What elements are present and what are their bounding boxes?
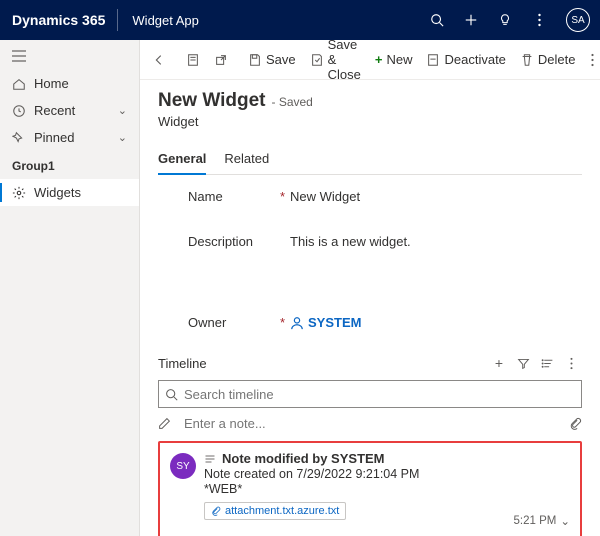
description-label: Description: [188, 234, 280, 249]
chevron-down-icon: ⌄: [118, 104, 127, 117]
pencil-icon: [158, 417, 176, 430]
save-icon: [248, 53, 262, 67]
deactivate-button[interactable]: Deactivate: [420, 45, 511, 75]
user-avatar[interactable]: SA: [566, 8, 590, 32]
sidebar-item-label: Pinned: [34, 130, 74, 145]
search-icon: [165, 388, 178, 401]
sidebar-group-label: Group1: [0, 151, 139, 179]
sort-icon[interactable]: [536, 352, 558, 374]
more-icon[interactable]: [560, 352, 582, 374]
required-indicator: *: [280, 315, 290, 330]
save-close-label: Save & Close: [328, 40, 361, 82]
search-icon[interactable]: [420, 0, 454, 40]
app-name-label: Widget App: [118, 13, 213, 28]
sidebar-item-label: Widgets: [34, 185, 81, 200]
filter-icon[interactable]: [512, 352, 534, 374]
page-title: New Widget: [158, 90, 266, 112]
form-icon[interactable]: [180, 45, 206, 75]
attachment-name: attachment.txt.azure.txt: [225, 505, 339, 517]
save-close-button[interactable]: Save & Close: [304, 45, 367, 75]
deactivate-label: Deactivate: [444, 52, 505, 67]
tab-general[interactable]: General: [158, 145, 206, 174]
search-timeline-input[interactable]: [184, 387, 575, 402]
clock-icon: [12, 104, 26, 118]
gear-icon: [12, 186, 26, 200]
note-tag: *WEB*: [204, 482, 570, 496]
attachment-icon: [211, 505, 221, 517]
description-value[interactable]: This is a new widget.: [290, 234, 411, 249]
home-icon: [12, 77, 26, 91]
sidebar-item-label: Recent: [34, 103, 75, 118]
save-status: - Saved: [272, 95, 313, 109]
timeline-title: Timeline: [158, 356, 207, 371]
owner-label: Owner: [188, 315, 280, 330]
person-icon: [290, 316, 304, 330]
attachment-icon[interactable]: [569, 416, 582, 431]
sidebar-item-home[interactable]: Home: [0, 70, 139, 97]
note-created: Note created on 7/29/2022 9:21:04 PM: [204, 467, 570, 481]
owner-text: SYSTEM: [308, 315, 361, 330]
lightbulb-icon[interactable]: [488, 0, 522, 40]
save-button[interactable]: Save: [242, 45, 302, 75]
sidebar-item-recent[interactable]: Recent ⌄: [0, 97, 139, 124]
sidebar-item-widgets[interactable]: Widgets: [0, 179, 139, 206]
required-indicator: *: [280, 189, 290, 204]
name-value[interactable]: New Widget: [290, 189, 360, 204]
sidebar-item-pinned[interactable]: Pinned ⌄: [0, 124, 139, 151]
overflow-icon[interactable]: [585, 45, 600, 75]
search-timeline-box[interactable]: [158, 380, 582, 408]
back-button[interactable]: [146, 45, 172, 75]
deactivate-icon: [426, 53, 440, 67]
trash-icon: [520, 53, 534, 67]
save-label: Save: [266, 52, 296, 67]
sidebar-item-label: Home: [34, 76, 69, 91]
plus-icon: +: [375, 52, 383, 67]
delete-button[interactable]: Delete: [514, 45, 582, 75]
note-input[interactable]: [184, 416, 561, 431]
add-icon[interactable]: [454, 0, 488, 40]
chevron-down-icon[interactable]: ⌄: [560, 514, 570, 528]
tab-related[interactable]: Related: [224, 145, 269, 174]
new-button[interactable]: + New: [369, 45, 419, 75]
delete-label: Delete: [538, 52, 576, 67]
note-type-icon: [204, 453, 216, 465]
note-avatar: SY: [170, 453, 196, 479]
owner-value[interactable]: SYSTEM: [290, 315, 361, 330]
more-icon[interactable]: [522, 0, 556, 40]
pin-icon: [12, 131, 26, 145]
brand-label: Dynamics 365: [0, 12, 117, 28]
note-card[interactable]: SY Note modified by SYSTEM Note created …: [158, 441, 582, 536]
entity-label: Widget: [158, 114, 582, 129]
note-time: 5:21 PM: [514, 515, 557, 527]
new-label: New: [386, 52, 412, 67]
hamburger-icon[interactable]: [0, 42, 139, 70]
note-title: Note modified by SYSTEM: [222, 451, 385, 466]
save-close-icon: [310, 53, 324, 67]
timeline-add-icon[interactable]: +: [488, 352, 510, 374]
chevron-down-icon: ⌄: [118, 131, 127, 144]
open-new-icon[interactable]: [208, 45, 234, 75]
attachment-link[interactable]: attachment.txt.azure.txt: [204, 502, 346, 520]
name-label: Name: [188, 189, 280, 204]
